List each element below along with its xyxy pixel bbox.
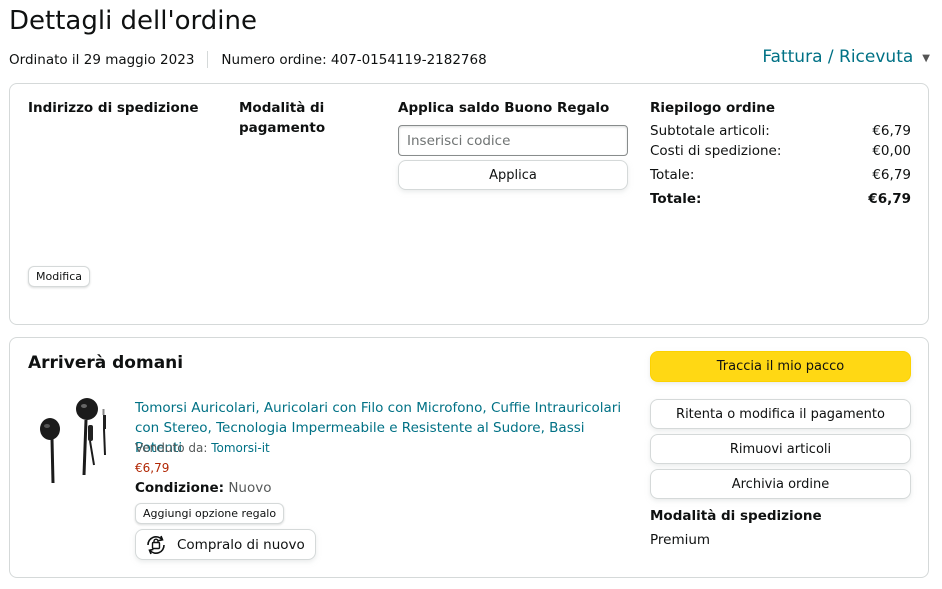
order-summary: Riepilogo ordine Subtotale articoli: €6,… <box>650 98 911 209</box>
chevron-down-icon[interactable]: ▼ <box>922 53 930 64</box>
product-condition: Condizione: Nuovo <box>135 480 271 496</box>
summary-label: Subtotale articoli: <box>650 123 770 139</box>
delivery-status-heading: Arriverà domani <box>28 353 184 373</box>
retry-payment-button[interactable]: Ritenta o modifica il pagamento <box>650 399 911 429</box>
buy-again-label[interactable]: Compralo di nuovo <box>177 537 305 553</box>
add-gift-option-button[interactable]: Aggiungi opzione regalo <box>135 503 285 524</box>
modify-button[interactable]: Modifica <box>28 266 90 287</box>
seller-info: Venduto da: Tomorsi-it <box>135 441 270 455</box>
payment-method-heading: Modalità di pagamento <box>239 98 325 138</box>
shipping-address-heading: Indirizzo di spedizione <box>28 100 199 116</box>
summary-value: €6,79 <box>868 191 911 207</box>
summary-value: €0,00 <box>872 143 911 159</box>
summary-row-grand-total: Totale: €6,79 <box>650 189 911 209</box>
summary-row-shipping: Costi di spedizione: €0,00 <box>650 141 911 161</box>
shipment-card: Arriverà domani Tomorsi Auricolari, Auri… <box>9 337 929 578</box>
apply-button-label[interactable]: Applica <box>489 168 537 183</box>
summary-row-subtotal: Subtotale articoli: €6,79 <box>650 121 911 141</box>
order-info-card: Indirizzo di spedizione Modalità di paga… <box>9 83 929 325</box>
summary-value: €6,79 <box>872 123 911 139</box>
order-number: Numero ordine: 407-0154119-2182768 <box>221 51 487 68</box>
payment-method-heading-line1: Modalità di <box>239 100 325 116</box>
shipping-mode-value: Premium <box>650 532 711 548</box>
track-package-button[interactable]: Traccia il mio pacco <box>650 351 911 382</box>
seller-link[interactable]: Tomorsi-it <box>211 441 270 455</box>
product-price: €6,79 <box>135 461 170 475</box>
summary-value: €6,79 <box>872 167 911 183</box>
summary-label: Totale: <box>650 167 695 183</box>
earphones-image[interactable] <box>36 395 108 487</box>
remove-items-label[interactable]: Rimuovi articoli <box>730 442 831 457</box>
track-package-label[interactable]: Traccia il mio pacco <box>717 359 845 374</box>
payment-method-heading-line2: pagamento <box>239 120 326 136</box>
order-meta: Ordinato il 29 maggio 2023 Numero ordine… <box>9 51 487 68</box>
summary-heading: Riepilogo ordine <box>650 100 776 116</box>
archive-order-label[interactable]: Archivia ordine <box>732 477 830 492</box>
meta-divider <box>207 51 209 68</box>
apply-button[interactable]: Applica <box>398 160 628 190</box>
invoice-dropdown[interactable]: Fattura / Ricevuta ▼ <box>762 47 930 67</box>
gift-code-input[interactable] <box>398 125 628 156</box>
invoice-link-label[interactable]: Fattura / Ricevuta <box>762 47 913 67</box>
buy-again-icon <box>147 535 165 554</box>
summary-label: Costi di spedizione: <box>650 143 782 159</box>
gift-card-heading: Applica saldo Buono Regalo <box>398 100 610 116</box>
summary-row-total: Totale: €6,79 <box>650 165 911 185</box>
page-title: Dettagli dell'ordine <box>9 6 257 36</box>
archive-order-button[interactable]: Archivia ordine <box>650 469 911 499</box>
retry-payment-label[interactable]: Ritenta o modifica il pagamento <box>676 407 885 422</box>
summary-label: Totale: <box>650 191 702 207</box>
remove-items-button[interactable]: Rimuovi articoli <box>650 434 911 464</box>
condition-value: Nuovo <box>228 480 272 496</box>
order-date: Ordinato il 29 maggio 2023 <box>9 51 195 68</box>
condition-label: Condizione: <box>135 480 225 496</box>
buy-again-button[interactable]: Compralo di nuovo <box>135 529 316 560</box>
sold-by-label: Venduto da: <box>135 441 208 455</box>
shipping-mode-heading: Modalità di spedizione <box>650 508 822 524</box>
